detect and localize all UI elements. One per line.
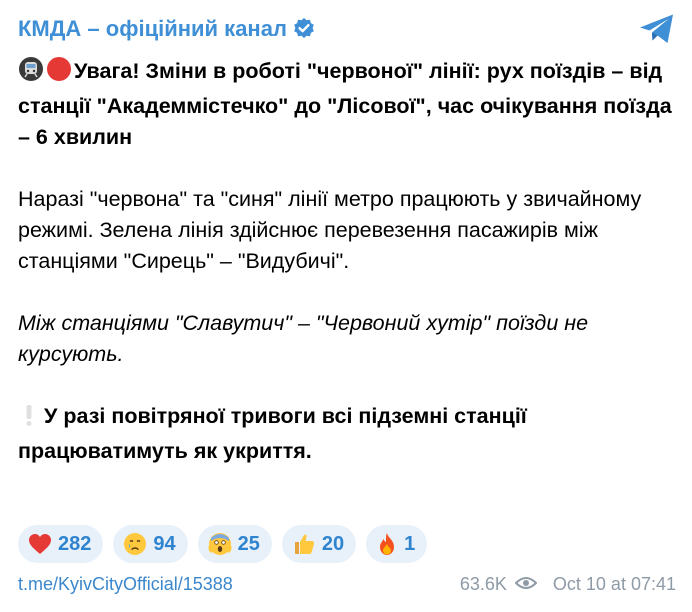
post-paragraph-1: Наразі "червона" та "синя" лінії метро п… <box>18 187 642 273</box>
channel-header: КМДА – офіційний канал <box>18 12 676 46</box>
reaction-fire[interactable]: 1 <box>366 525 428 563</box>
exclamation-icon <box>24 403 34 436</box>
fire-icon <box>376 532 398 556</box>
reaction-count: 20 <box>321 532 345 555</box>
screaming-face-icon <box>208 532 232 556</box>
telegram-logo-icon[interactable] <box>638 12 676 51</box>
post-paragraph-2: Між станціями "Славутич" – "Червоний хут… <box>18 311 589 366</box>
view-count: 63.6K <box>459 574 507 594</box>
post-body: Увага! Зміни в роботі "червоної" лінії: … <box>18 56 678 498</box>
post-meta: 63.6K Oct 10 at 07:41 <box>460 574 676 595</box>
reaction-heart[interactable]: 282 <box>18 525 104 563</box>
reactions-bar: 282 94 25 20 1 <box>18 525 428 565</box>
channel-name-text: КМДА – офіційний канал <box>18 16 287 41</box>
post-paragraph-3: У разі повітряної тривоги всі підземні с… <box>18 401 678 467</box>
reaction-count: 282 <box>58 532 92 555</box>
reaction-count: 25 <box>237 532 260 555</box>
reaction-crying[interactable]: 94 <box>113 525 188 563</box>
post-footer: t.me/KyivCityOfficial/15388 63.6K Oct 10… <box>18 572 676 600</box>
channel-name[interactable]: КМДА – офіційний канал <box>18 16 315 45</box>
thumbs-up-icon <box>292 532 316 556</box>
reaction-thumbs-up[interactable]: 20 <box>281 525 357 563</box>
metro-train-icon <box>18 56 44 91</box>
post-link[interactable]: t.me/KyivCityOfficial/15388 <box>18 574 233 595</box>
post-date: Oct 10 at 07:41 <box>552 574 676 594</box>
crying-face-icon <box>123 532 147 556</box>
reaction-screaming[interactable]: 25 <box>197 525 272 563</box>
eye-icon <box>514 574 538 595</box>
verified-badge-icon <box>293 17 315 45</box>
reaction-count: 1 <box>404 532 416 555</box>
red-circle-icon <box>46 56 72 91</box>
post-headline: Увага! Зміни в роботі "червоної" лінії: … <box>18 56 678 153</box>
post-paragraph-3-text: У разі повітряної тривоги всі підземні с… <box>18 404 527 463</box>
reaction-count: 94 <box>153 532 176 555</box>
post-headline-text: Увага! Зміни в роботі "червоної" лінії: … <box>18 59 672 149</box>
heart-icon <box>28 533 52 555</box>
